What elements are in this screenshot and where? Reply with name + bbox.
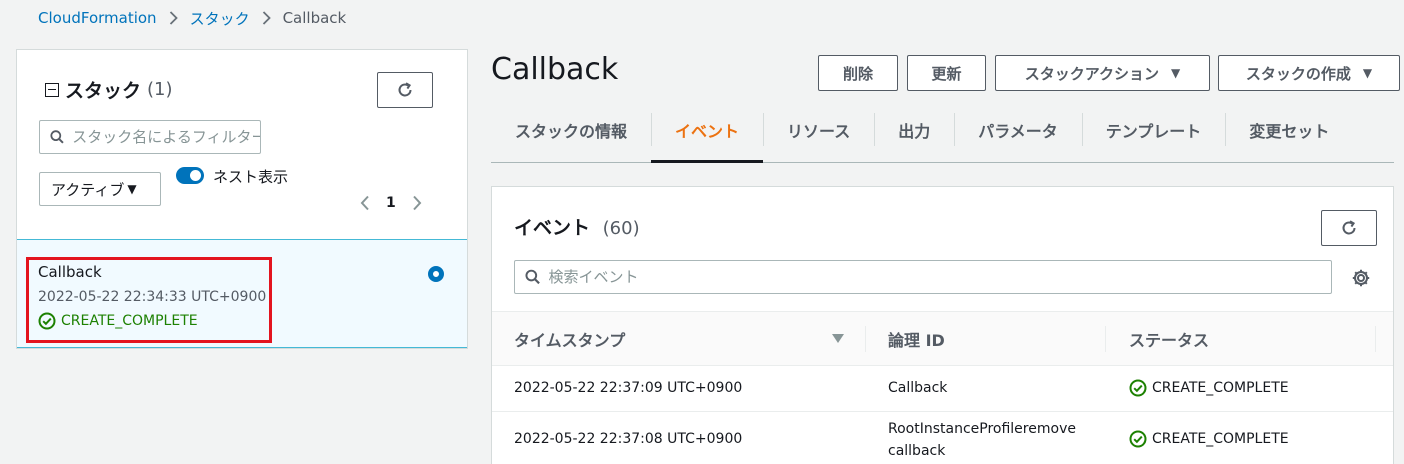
event-logical-id-line: callback	[888, 443, 946, 459]
event-logical-id: RootInstanceProfileremove callback	[888, 418, 1076, 462]
tab-stack-info[interactable]: スタックの情報	[491, 106, 651, 153]
tab-parameters[interactable]: パラメータ	[954, 106, 1082, 153]
stacks-panel-title: スタック	[65, 80, 142, 102]
status-filter-select[interactable]: アクティブ ▼	[39, 172, 161, 206]
nested-view-toggle[interactable]	[176, 167, 204, 184]
stack-list-item[interactable]: Callback 2022-05-22 22:34:33 UTC+0900 CR…	[17, 239, 467, 348]
tab-change-sets[interactable]: 変更セット	[1225, 106, 1353, 153]
tab-resources[interactable]: リソース	[763, 106, 874, 153]
check-circle-icon	[38, 312, 56, 330]
events-table-header: タイムスタンプ 論理 ID ステータス	[492, 311, 1393, 366]
current-page[interactable]: 1	[386, 195, 396, 211]
update-button[interactable]: 更新	[907, 55, 986, 91]
breadcrumb-cloudformation[interactable]: CloudFormation	[38, 9, 157, 27]
tab-template[interactable]: テンプレート	[1081, 106, 1226, 153]
chevron-right-icon	[262, 11, 271, 25]
caret-down-icon: ▼	[1171, 66, 1181, 80]
events-refresh-button[interactable]	[1321, 210, 1377, 246]
stack-actions-label: スタックアクション	[1024, 64, 1160, 83]
events-search-input[interactable]	[548, 268, 1331, 286]
stack-actions-button[interactable]: スタックアクション ▼	[995, 55, 1210, 91]
status-filter-value: アクティブ	[51, 180, 125, 199]
events-count: (60)	[602, 218, 640, 239]
stack-select-radio[interactable]	[428, 266, 444, 282]
caret-down-icon: ▼	[1362, 66, 1373, 80]
breadcrumb-current: Callback	[282, 9, 347, 27]
caret-down-icon: ▼	[127, 182, 137, 196]
page-title: Callback	[491, 52, 619, 87]
create-stack-button[interactable]: スタックの作成 ▼	[1218, 55, 1400, 91]
tab-events[interactable]: イベント	[651, 106, 764, 163]
event-status: CREATE_COMPLETE	[1129, 430, 1289, 448]
table-row[interactable]: 2022-05-22 22:37:08 UTC+0900 RootInstanc…	[492, 412, 1393, 464]
stack-detail-tabs: スタックの情報 イベント リソース 出力 パラメータ テンプレート 変更セット	[491, 106, 1394, 163]
events-title: イベント	[514, 217, 591, 239]
events-panel: イベント (60) タイムスタンプ 論理 ID ステータス 2022-05-22…	[491, 186, 1394, 464]
chevron-left-icon[interactable]	[360, 195, 370, 211]
chevron-right-icon	[169, 11, 178, 25]
stack-created-time: 2022-05-22 22:34:33 UTC+0900	[38, 289, 267, 305]
stack-name[interactable]: Callback	[38, 263, 102, 281]
breadcrumb-stacks[interactable]: スタック	[190, 8, 250, 29]
event-logical-id: Callback	[888, 380, 948, 396]
breadcrumb: CloudFormation スタック Callback	[38, 8, 346, 28]
create-stack-label: スタックの作成	[1245, 64, 1351, 83]
column-timestamp[interactable]: タイムスタンプ	[514, 312, 625, 366]
check-circle-icon	[1129, 430, 1147, 448]
column-divider	[1375, 326, 1376, 352]
event-status-text: CREATE_COMPLETE	[1152, 431, 1289, 447]
search-icon	[50, 130, 64, 144]
event-status: CREATE_COMPLETE	[1129, 379, 1289, 397]
delete-button[interactable]: 削除	[818, 55, 898, 91]
table-row[interactable]: 2022-05-22 22:37:09 UTC+0900 Callback CR…	[492, 366, 1393, 412]
event-timestamp: 2022-05-22 22:37:09 UTC+0900	[514, 380, 743, 396]
column-status[interactable]: ステータス	[1129, 312, 1209, 366]
stack-status: CREATE_COMPLETE	[38, 312, 198, 330]
chevron-right-icon[interactable]	[412, 195, 422, 211]
sort-caret-icon[interactable]	[832, 334, 844, 343]
events-search	[514, 260, 1332, 294]
stacks-refresh-button[interactable]	[377, 72, 433, 108]
column-divider	[865, 326, 866, 352]
pagination: 1	[360, 195, 422, 211]
collapse-icon[interactable]	[45, 82, 59, 97]
gear-icon[interactable]	[1351, 268, 1371, 288]
event-logical-id-line: RootInstanceProfileremove	[888, 421, 1076, 437]
column-divider	[1105, 326, 1106, 352]
events-panel-header: イベント (60)	[514, 213, 640, 240]
stack-filter-input[interactable]	[72, 128, 260, 146]
event-timestamp: 2022-05-22 22:37:08 UTC+0900	[514, 431, 743, 447]
stacks-panel-header: スタック (1)	[45, 76, 173, 103]
nested-view-label: ネスト表示	[213, 168, 289, 186]
refresh-icon	[398, 82, 412, 97]
tab-outputs[interactable]: 出力	[874, 106, 954, 153]
stack-status-text: CREATE_COMPLETE	[61, 313, 198, 329]
check-circle-icon	[1129, 379, 1147, 397]
search-icon	[525, 269, 540, 285]
column-logical-id[interactable]: 論理 ID	[888, 312, 945, 366]
refresh-icon	[1342, 220, 1356, 235]
stacks-count: (1)	[147, 79, 173, 100]
stack-filter-search	[39, 120, 261, 154]
event-status-text: CREATE_COMPLETE	[1152, 380, 1289, 396]
stacks-panel: スタック (1) アクティブ ▼ ネスト表示 1 Callback 2022-0…	[16, 49, 468, 349]
